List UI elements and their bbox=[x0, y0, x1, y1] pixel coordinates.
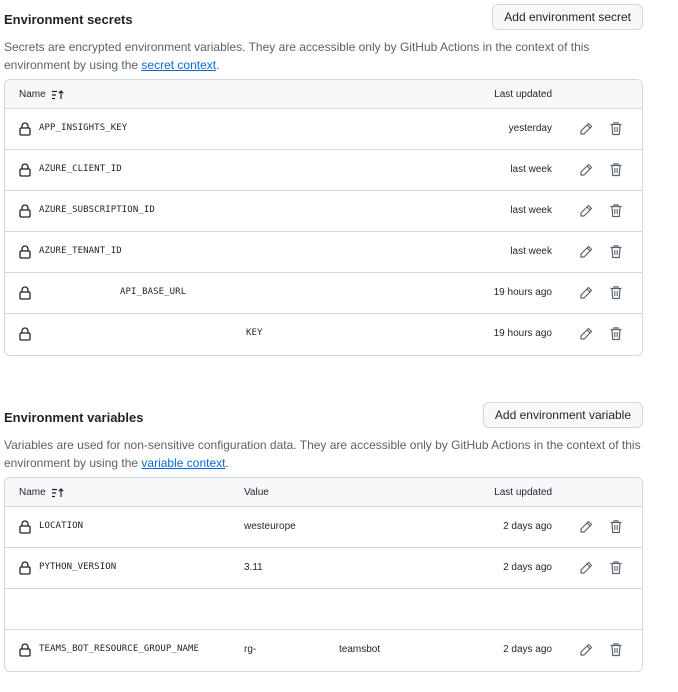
variables-table: Name Value Last updated LOCATION westeur… bbox=[4, 477, 643, 672]
lock-icon bbox=[19, 520, 31, 534]
secret-name: API_BASE_URL bbox=[120, 287, 187, 297]
secret-name: KEY bbox=[246, 328, 263, 338]
last-updated-column-header: Last updated bbox=[494, 89, 552, 100]
name-column-label: Name bbox=[19, 487, 46, 498]
variable-name: TEAMS_BOT_RESOURCE_GROUP_NAME bbox=[39, 644, 200, 654]
variable-value: westeurope bbox=[244, 521, 296, 532]
secret-name: APP_INSIGHTS_KEY bbox=[39, 123, 128, 133]
environment-variables-section: Environment variables Add environment va… bbox=[4, 402, 643, 672]
add-environment-variable-button[interactable]: Add environment variable bbox=[482, 402, 643, 428]
lock-icon bbox=[19, 204, 31, 218]
table-row: PYTHON_VERSION 3.11 2 days ago bbox=[5, 548, 642, 589]
sort-ascending-icon[interactable] bbox=[51, 487, 64, 498]
secrets-table: Name Last updated APP_INSIGHTS_KEY yeste… bbox=[4, 79, 643, 356]
variable-context-link[interactable]: variable context bbox=[141, 456, 225, 470]
last-updated: yesterday bbox=[508, 123, 552, 134]
trash-icon[interactable] bbox=[609, 560, 623, 575]
name-column-header[interactable]: Name bbox=[19, 89, 64, 100]
secrets-description: Secrets are encrypted environment variab… bbox=[4, 38, 643, 74]
last-updated: 2 days ago bbox=[503, 644, 552, 655]
table-row: AZURE_TENANT_ID last week bbox=[5, 232, 642, 273]
variable-value: 3.11 bbox=[244, 562, 263, 573]
trash-icon[interactable] bbox=[609, 203, 623, 218]
environment-secrets-section: Environment secrets Add environment secr… bbox=[4, 4, 643, 356]
variable-value: rg- bbox=[244, 644, 257, 655]
secrets-table-header: Name Last updated bbox=[5, 80, 642, 109]
table-row: LOCATION westeurope 2 days ago bbox=[5, 507, 642, 548]
table-row: AZURE_CLIENT_ID last week bbox=[5, 150, 642, 191]
trash-icon[interactable] bbox=[609, 121, 623, 136]
table-row: TEAMS_BOT_RESOURCE_GROUP_NAME rg- teamsb… bbox=[5, 630, 642, 671]
variable-name: LOCATION bbox=[39, 521, 84, 531]
last-updated: last week bbox=[510, 164, 552, 175]
pencil-icon[interactable] bbox=[579, 520, 593, 534]
trash-icon[interactable] bbox=[609, 519, 623, 534]
secret-name: AZURE_TENANT_ID bbox=[39, 246, 122, 256]
lock-icon bbox=[19, 122, 31, 136]
variable-name: PYTHON_VERSION bbox=[39, 562, 117, 572]
secrets-description-text: Secrets are encrypted environment variab… bbox=[4, 40, 590, 72]
trash-icon[interactable] bbox=[609, 162, 623, 177]
variables-table-header: Name Value Last updated bbox=[5, 478, 642, 507]
table-row: KEY 19 hours ago bbox=[5, 314, 642, 355]
variables-description-text: Variables are used for non-sensitive con… bbox=[4, 438, 641, 470]
variable-value-suffix: teamsbot bbox=[339, 644, 381, 655]
value-column-header: Value bbox=[244, 487, 269, 498]
pencil-icon[interactable] bbox=[579, 163, 593, 177]
trash-icon[interactable] bbox=[609, 244, 623, 259]
last-updated: 2 days ago bbox=[503, 521, 552, 532]
secret-name: AZURE_SUBSCRIPTION_ID bbox=[39, 205, 155, 215]
lock-icon bbox=[19, 561, 31, 575]
last-updated: 19 hours ago bbox=[493, 287, 552, 298]
variables-description-period: . bbox=[225, 456, 229, 470]
lock-icon bbox=[19, 163, 31, 177]
pencil-icon[interactable] bbox=[579, 286, 593, 300]
secrets-description-period: . bbox=[216, 58, 220, 72]
secrets-header: Environment secrets Add environment secr… bbox=[4, 4, 643, 32]
secrets-title: Environment secrets bbox=[4, 12, 133, 27]
sort-ascending-icon[interactable] bbox=[51, 89, 64, 100]
pencil-icon[interactable] bbox=[579, 122, 593, 136]
pencil-icon[interactable] bbox=[579, 204, 593, 218]
trash-icon[interactable] bbox=[609, 642, 623, 657]
last-updated-column-header: Last updated bbox=[494, 487, 552, 498]
last-updated: last week bbox=[510, 205, 552, 216]
name-column-label: Name bbox=[19, 89, 46, 100]
pencil-icon[interactable] bbox=[579, 561, 593, 575]
last-updated: 19 hours ago bbox=[493, 328, 552, 339]
variables-description: Variables are used for non-sensitive con… bbox=[4, 436, 643, 472]
add-environment-secret-button[interactable]: Add environment secret bbox=[492, 4, 643, 30]
variables-header: Environment variables Add environment va… bbox=[4, 402, 643, 430]
pencil-icon[interactable] bbox=[579, 245, 593, 259]
pencil-icon[interactable] bbox=[579, 327, 593, 341]
trash-icon[interactable] bbox=[609, 326, 623, 341]
variables-title: Environment variables bbox=[4, 410, 144, 425]
name-column-header[interactable]: Name bbox=[19, 487, 64, 498]
lock-icon bbox=[19, 286, 31, 300]
pencil-icon[interactable] bbox=[579, 643, 593, 657]
table-row: APP_INSIGHTS_KEY yesterday bbox=[5, 109, 642, 150]
lock-icon bbox=[19, 245, 31, 259]
secret-name: AZURE_CLIENT_ID bbox=[39, 164, 122, 174]
table-row-empty bbox=[5, 589, 642, 630]
lock-icon bbox=[19, 643, 31, 657]
last-updated: last week bbox=[510, 246, 552, 257]
secret-context-link[interactable]: secret context bbox=[141, 58, 216, 72]
table-row: API_BASE_URL 19 hours ago bbox=[5, 273, 642, 314]
lock-icon bbox=[19, 327, 31, 341]
table-row: AZURE_SUBSCRIPTION_ID last week bbox=[5, 191, 642, 232]
last-updated: 2 days ago bbox=[503, 562, 552, 573]
trash-icon[interactable] bbox=[609, 285, 623, 300]
